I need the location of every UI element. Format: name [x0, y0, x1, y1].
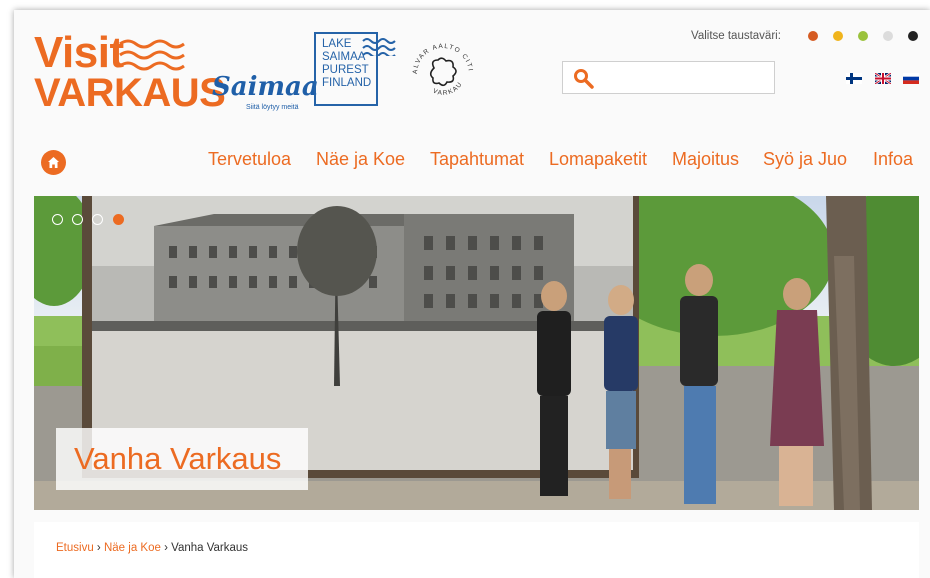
slide-dot[interactable] [52, 214, 63, 225]
slide-dot-active[interactable] [113, 214, 124, 225]
breadcrumb-separator: › [96, 542, 101, 554]
svg-text:ALVAR AALTO CITIES: ALVAR AALTO CITIES [407, 38, 474, 74]
flag-en-icon[interactable] [875, 73, 891, 84]
lake-line: PUREST [322, 64, 369, 76]
breadcrumb-link-home[interactable]: Etusivu [56, 542, 94, 554]
saimaa-logo[interactable]: Saimaa Siitä löytyy meitä [212, 72, 319, 111]
saimaa-word: Saimaa [212, 72, 319, 102]
content-area: Etusivu › Näe ja Koe › Vanha Varkaus [34, 522, 919, 578]
swatch-green[interactable] [858, 31, 868, 41]
search-box[interactable] [562, 61, 775, 94]
flag-ru-icon[interactable] [903, 73, 919, 84]
search-icon[interactable] [573, 68, 595, 90]
flag-fi-icon[interactable] [846, 73, 862, 84]
lake-line: FINLAND [322, 77, 372, 89]
home-icon [48, 157, 59, 168]
breadcrumb: Etusivu › Näe ja Koe › Vanha Varkaus [56, 542, 248, 554]
hero-title-box: Vanha Varkaus [56, 428, 308, 490]
slide-dot[interactable] [92, 214, 103, 225]
logo-line2: VARKAUS [34, 70, 226, 115]
breadcrumb-current: Vanha Varkaus [171, 542, 249, 554]
background-color-label: Valitse taustaväri: [691, 30, 781, 42]
saimaa-tagline: Siitä löytyy meitä [246, 104, 299, 111]
nav-item-infoa[interactable]: Infoa [873, 149, 913, 170]
swatch-black[interactable] [908, 31, 918, 41]
slide-dot[interactable] [72, 214, 83, 225]
nav-item-majoitus[interactable]: Majoitus [672, 149, 739, 170]
hero-banner: Vanha Varkaus [34, 196, 919, 510]
home-button[interactable] [41, 150, 66, 175]
nav-item-lomapaketit[interactable]: Lomapaketit [549, 149, 647, 170]
swatch-orange[interactable] [808, 31, 818, 41]
hero-title: Vanha Varkaus [74, 441, 282, 476]
breadcrumb-link-nae-ja-koe[interactable]: Näe ja Koe [104, 542, 161, 554]
page: Visit VARKAUS Saimaa Siitä löytyy meitä … [14, 10, 930, 578]
swatch-lightgray[interactable] [883, 31, 893, 41]
waves-icon [119, 39, 185, 71]
nav-item-tervetuloa[interactable]: Tervetuloa [208, 149, 291, 170]
alvar-aalto-cities-seal[interactable]: ALVAR AALTO CITIES VARKAUS [407, 38, 479, 110]
nav-item-nae-ja-koe[interactable]: Näe ja Koe [316, 149, 405, 170]
lake-waves-icon [362, 38, 396, 56]
breadcrumb-separator: › [164, 542, 168, 554]
nav-item-syo-ja-juo[interactable]: Syö ja Juo [763, 149, 847, 170]
swatch-yellow[interactable] [833, 31, 843, 41]
nav-item-tapahtumat[interactable]: Tapahtumat [430, 149, 524, 170]
